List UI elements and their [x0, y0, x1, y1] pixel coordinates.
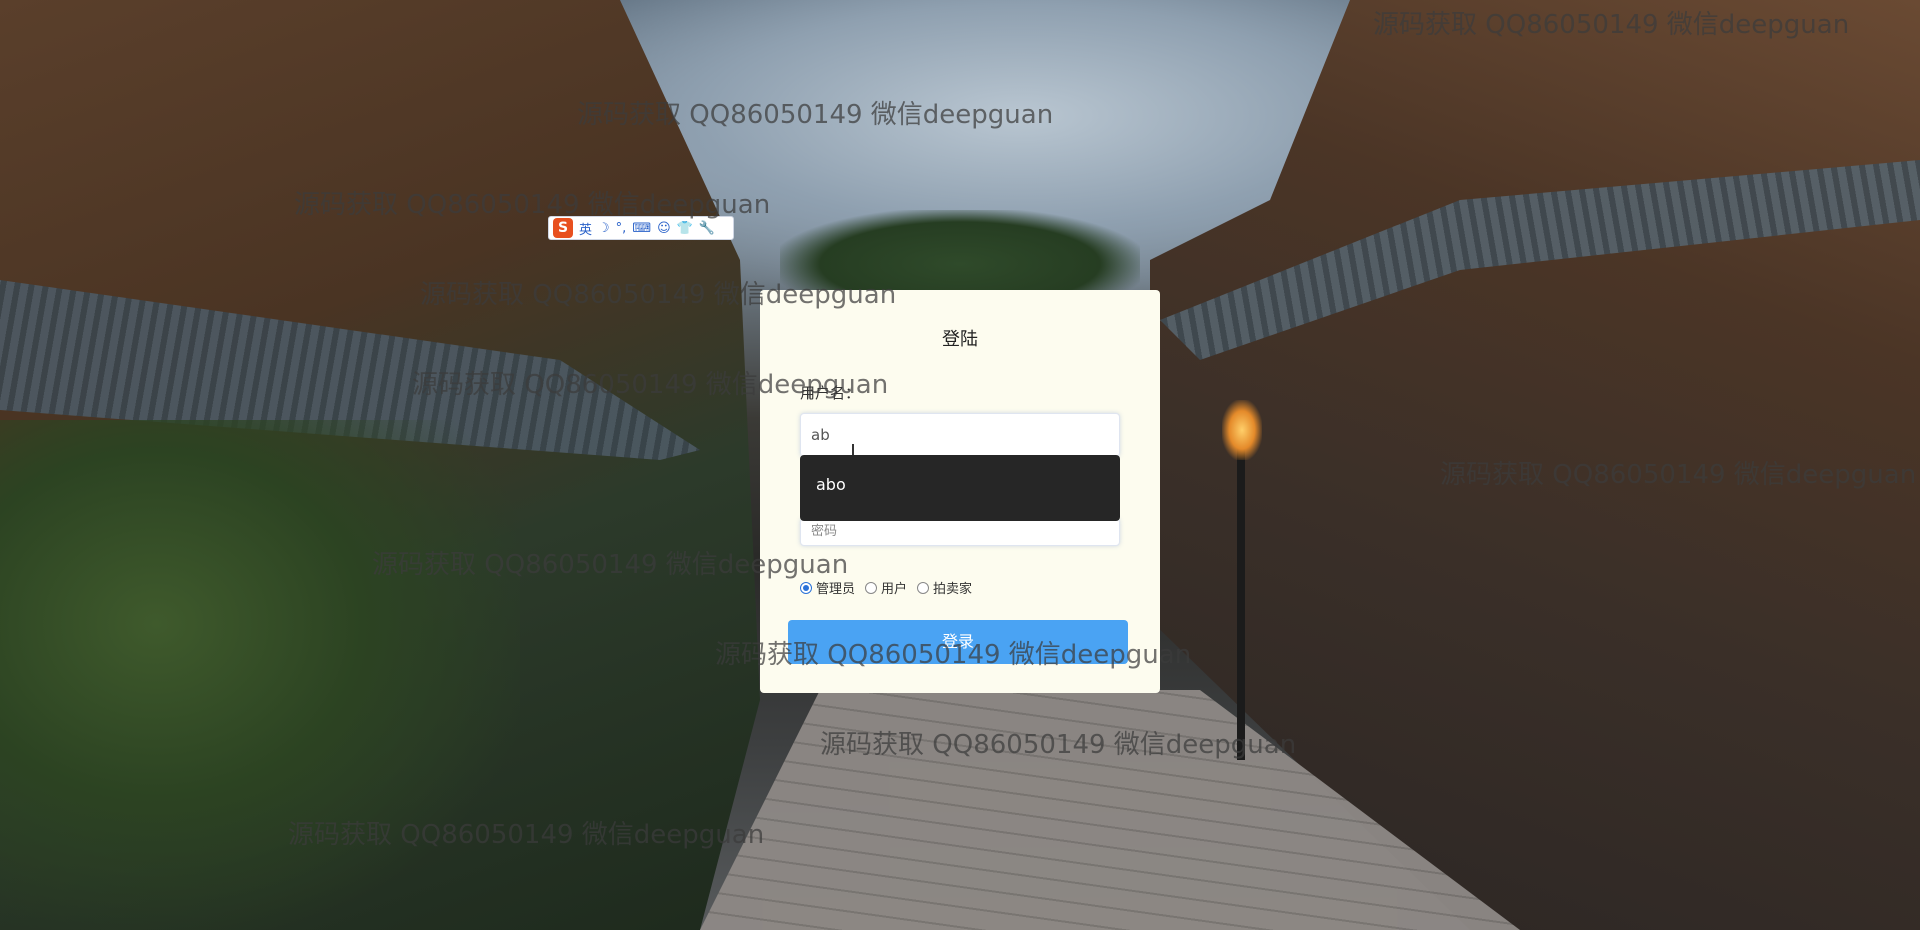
password-input[interactable]: 密码 [800, 518, 1120, 546]
autocomplete-dropdown[interactable]: abo [800, 455, 1120, 521]
login-title: 登陆 [942, 329, 978, 350]
tree [780, 210, 1140, 300]
autocomplete-option[interactable]: abo [816, 475, 846, 494]
role-admin[interactable]: 管理员 [800, 578, 855, 597]
login-button[interactable]: 登录 [788, 620, 1128, 664]
wrench-icon[interactable]: 🔧 [699, 221, 715, 236]
role-label: 用户 [881, 582, 908, 597]
username-input[interactable]: ab [800, 413, 1120, 457]
role-user[interactable]: 用户 [865, 578, 907, 597]
role-label: 拍卖家 [933, 582, 973, 597]
role-seller[interactable]: 拍卖家 [917, 578, 972, 597]
ime-language-toggle[interactable]: 英 [579, 219, 592, 238]
radio-checked-icon[interactable] [800, 581, 812, 594]
login-card: 登陆 用户名： ab abo 密码 管理员 用户 拍卖家 登录 [760, 290, 1160, 693]
ime-toolbar[interactable]: S 英 ☽ °, ⌨ ☺ 👕 🔧 [548, 216, 734, 240]
user-icon[interactable]: ☺ [657, 221, 671, 236]
lamp-post [1237, 440, 1245, 760]
role-label: 管理员 [816, 582, 856, 597]
radio-icon[interactable] [865, 581, 878, 594]
username-label: 用户名： [800, 384, 861, 402]
moon-icon[interactable]: ☽ [598, 221, 610, 236]
punctuation-icon[interactable]: °, [616, 221, 627, 236]
radio-icon[interactable] [917, 581, 930, 594]
role-radio-group: 管理员 用户 拍卖家 [800, 578, 972, 597]
foliage [0, 420, 520, 930]
lamp-light [1222, 400, 1262, 460]
skin-icon[interactable]: 👕 [677, 221, 693, 236]
keyboard-icon[interactable]: ⌨ [632, 221, 651, 236]
sogou-logo-icon[interactable]: S [553, 218, 573, 238]
